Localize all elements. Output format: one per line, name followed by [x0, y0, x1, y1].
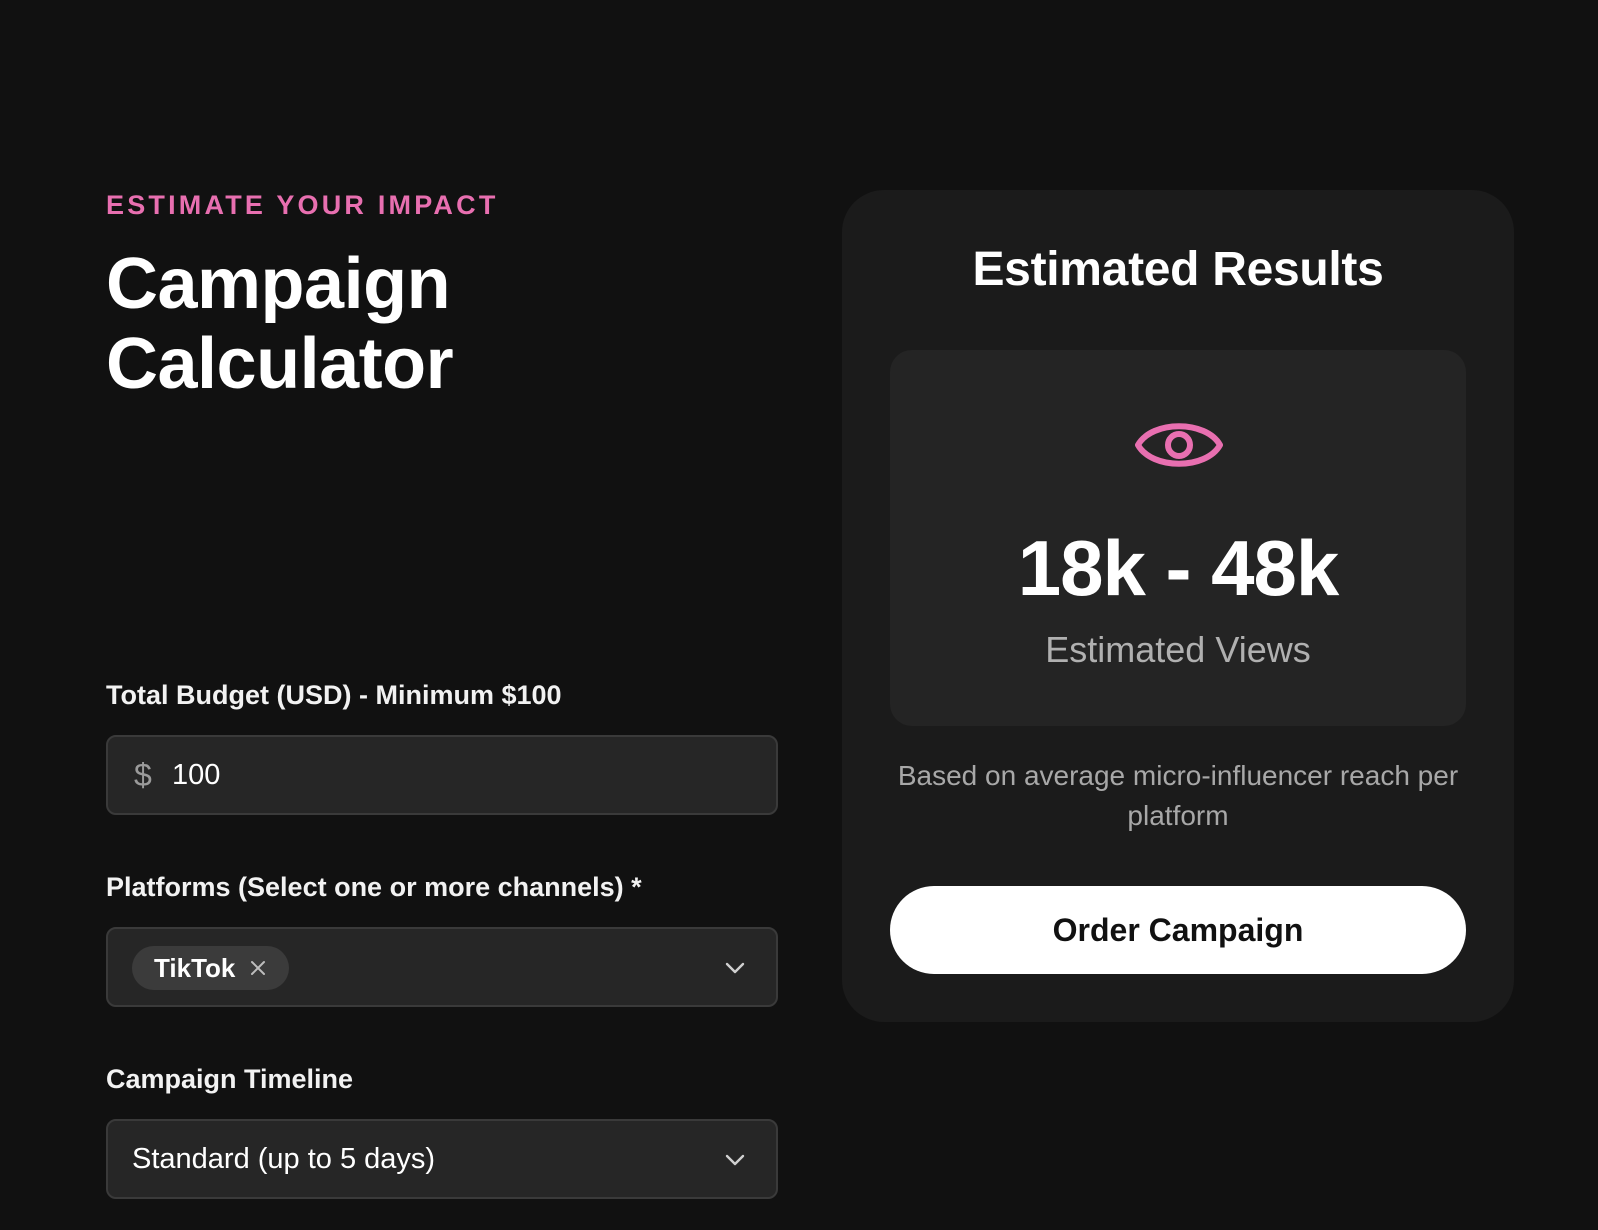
views-panel: 18k - 48k Estimated Views	[890, 350, 1466, 726]
page-title: Campaign Calculator	[106, 244, 778, 404]
order-campaign-button[interactable]: Order Campaign	[890, 886, 1466, 974]
eyebrow-text: ESTIMATE YOUR IMPACT	[106, 190, 499, 220]
close-icon[interactable]	[249, 959, 267, 977]
chevron-down-icon[interactable]	[722, 955, 748, 981]
timeline-value: Standard (up to 5 days)	[132, 1143, 436, 1175]
timeline-label: Campaign Timeline	[106, 1064, 354, 1094]
platforms-label: Platforms (Select one or more channels) …	[106, 872, 642, 902]
page-title-line-1: Campaign	[106, 244, 451, 324]
budget-label: Total Budget (USD) - Minimum $100	[106, 680, 562, 710]
page-title-line-2: Calculator	[106, 324, 454, 404]
results-title: Estimated Results	[972, 243, 1384, 296]
currency-symbol: $	[134, 757, 152, 793]
views-range: 18k - 48k	[1017, 524, 1340, 612]
results-card: Estimated Results 18k - 48k Estimated Vi…	[842, 190, 1514, 1022]
eye-icon	[1135, 423, 1223, 467]
views-label: Estimated Views	[1045, 629, 1311, 670]
platforms-multiselect[interactable]: TikTok	[106, 927, 778, 1007]
timeline-select[interactable]: Standard (up to 5 days)	[106, 1119, 778, 1199]
platform-chip-label: TikTok	[154, 952, 236, 983]
budget-value: 100	[172, 759, 221, 791]
chevron-down-icon[interactable]	[722, 1147, 748, 1173]
platform-chip-tiktok: TikTok	[132, 946, 290, 990]
calculator-form: ESTIMATE YOUR IMPACT Campaign Calculator…	[106, 188, 778, 1199]
budget-input[interactable]: $ 100	[106, 735, 778, 815]
results-note: Based on average micro-influencer reach …	[897, 760, 1459, 831]
